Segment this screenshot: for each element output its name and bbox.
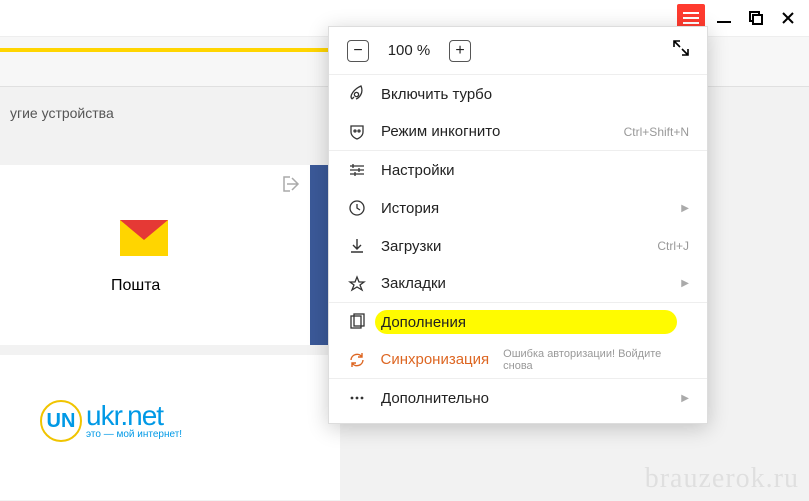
minimize-button[interactable] — [711, 5, 737, 31]
login-icon[interactable] — [282, 175, 300, 196]
zoom-out-button[interactable]: − — [347, 40, 369, 62]
menu-item-label: Режим инкогнито — [381, 123, 610, 140]
menu-item-label: Дополнительно — [381, 390, 661, 407]
ukrnet-tagline: это — мой интернет! — [86, 430, 182, 440]
ukrnet-logo-icon: UN — [40, 400, 82, 442]
menu-item-label: История — [381, 200, 661, 217]
hamburger-icon — [683, 11, 699, 25]
speed-dial-card-ukrnet[interactable]: UN ukr.net это — мой интернет! — [0, 355, 340, 500]
star-icon — [347, 275, 367, 293]
sync-error-message: Ошибка авторизации! Войдите снова — [503, 348, 689, 372]
maximize-button[interactable] — [743, 5, 769, 31]
menu-item-sync[interactable]: Синхронизация Ошибка авторизации! Войдит… — [329, 341, 707, 379]
maximize-icon — [749, 11, 763, 25]
addons-icon — [347, 313, 367, 331]
menu-item-turbo[interactable]: Включить турбо — [329, 75, 707, 113]
menu-item-bookmarks[interactable]: Закладки ▶ — [329, 265, 707, 303]
mail-icon — [120, 220, 168, 259]
menu-item-history[interactable]: История ▶ — [329, 189, 707, 227]
close-button[interactable] — [775, 5, 801, 31]
dots-icon — [347, 389, 367, 407]
zoom-value: 100 % — [383, 42, 435, 59]
menu-item-shortcut: Ctrl+J — [657, 239, 689, 253]
address-bar-highlight — [0, 48, 335, 52]
fullscreen-button[interactable] — [673, 40, 689, 61]
zoom-in-button[interactable]: + — [449, 40, 471, 62]
menu-item-downloads[interactable]: Загрузки Ctrl+J — [329, 227, 707, 265]
menu-item-label: Дополнения — [381, 314, 689, 331]
ukrnet-name: ukr.net — [86, 402, 182, 430]
speed-dial-card-label: Пошта — [111, 277, 160, 295]
menu-item-label: Загрузки — [381, 238, 643, 255]
chevron-right-icon: ▶ — [681, 393, 689, 404]
mask-icon — [347, 123, 367, 141]
menu-item-label: Синхронизация — [380, 351, 489, 368]
menu-item-label: Включить турбо — [381, 86, 689, 103]
menu-item-label: Настройки — [381, 162, 689, 179]
ukrnet-logo-block: UN ukr.net это — мой интернет! — [40, 400, 182, 442]
close-icon — [782, 12, 794, 24]
menu-item-shortcut: Ctrl+Shift+N — [624, 125, 689, 139]
watermark-text: brauzerok.ru — [645, 463, 799, 495]
chevron-right-icon: ▶ — [681, 278, 689, 289]
sliders-icon — [347, 161, 367, 179]
download-icon — [347, 237, 367, 255]
speed-dial-card-mail[interactable]: Пошта — [0, 165, 310, 345]
main-menu-dropdown: − 100 % + Включить турбо Режим инкогнито… — [328, 26, 708, 424]
menu-item-incognito[interactable]: Режим инкогнито Ctrl+Shift+N — [329, 113, 707, 151]
zoom-row: − 100 % + — [329, 27, 707, 75]
menu-item-label: Закладки — [381, 275, 661, 292]
chevron-right-icon: ▶ — [681, 203, 689, 214]
menu-item-settings[interactable]: Настройки — [329, 151, 707, 189]
minimize-icon — [717, 11, 731, 25]
menu-item-more[interactable]: Дополнительно ▶ — [329, 379, 707, 417]
other-devices-label: угие устройства — [10, 105, 114, 121]
menu-item-addons[interactable]: Дополнения — [329, 303, 707, 341]
rocket-icon — [347, 85, 367, 103]
sync-icon — [347, 351, 366, 369]
clock-icon — [347, 199, 367, 217]
